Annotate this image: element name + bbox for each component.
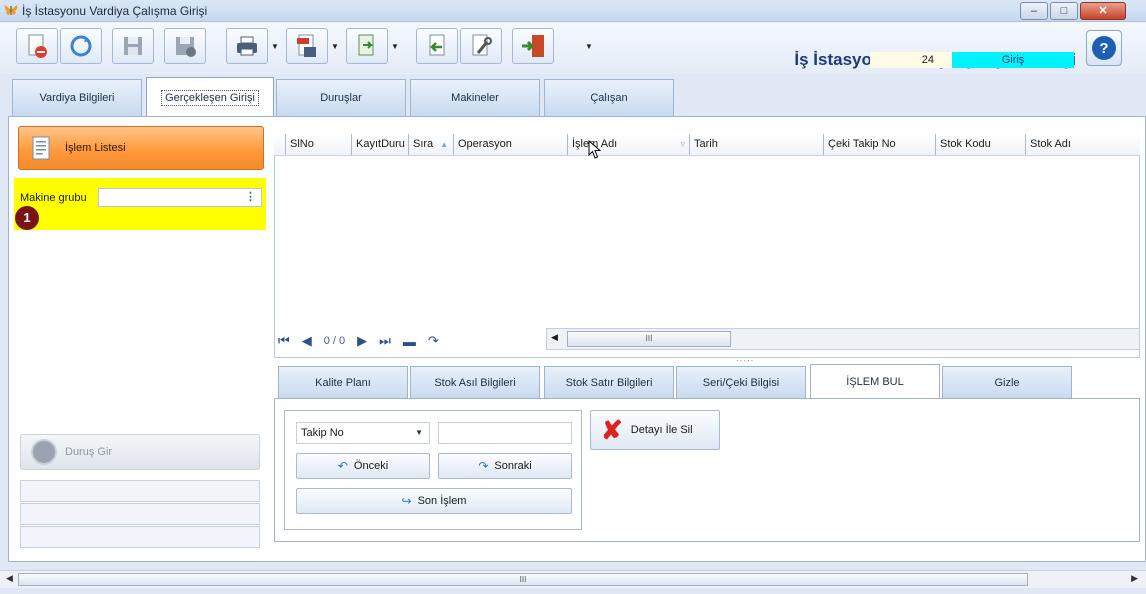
lookup-icon[interactable]: ⋮ bbox=[245, 191, 257, 203]
new-document-button[interactable] bbox=[16, 28, 58, 64]
next-button[interactable]: ↷ Sonraki bbox=[438, 453, 572, 479]
mouse-cursor-icon bbox=[588, 140, 602, 159]
tab-seri-ceki-bilgisi[interactable]: Seri/Çeki Bilgisi bbox=[676, 366, 806, 398]
step-badge: 1 bbox=[15, 206, 39, 230]
save-icon bbox=[124, 37, 142, 55]
back-button[interactable] bbox=[416, 28, 458, 64]
filter-icon[interactable]: ▿ bbox=[680, 134, 685, 155]
tab-calisan[interactable]: Çalışan bbox=[544, 79, 674, 116]
delete-x-icon: ✘ bbox=[601, 415, 623, 445]
window-title: İş İstasyonu Vardiya Çalışma Girişi bbox=[22, 4, 208, 18]
grid-header: SlNo KayıtDuru Sıra ▲ Operasyon İşlem Ad… bbox=[274, 134, 1140, 156]
save-delete-icon bbox=[176, 37, 196, 57]
islem-listesi-button[interactable]: İşlem Listesi bbox=[18, 126, 264, 170]
tab-makineler[interactable]: Makineler bbox=[410, 79, 540, 116]
export-icon bbox=[358, 34, 374, 56]
svg-text:?: ? bbox=[1099, 40, 1108, 57]
splitter-handle[interactable]: ····· bbox=[736, 356, 766, 365]
scroll-right-icon[interactable]: ▶ bbox=[1131, 573, 1138, 584]
column-header[interactable]: Tarih bbox=[690, 134, 824, 155]
last-page-icon[interactable]: ⏭ bbox=[379, 333, 391, 349]
prev-page-icon[interactable]: ◀ bbox=[302, 333, 312, 349]
makine-grubu-input[interactable]: ⋮ bbox=[98, 188, 262, 207]
next-icon: ↷ bbox=[478, 459, 489, 473]
window-horizontal-scrollbar[interactable]: ◀ III ▶ bbox=[0, 570, 1146, 588]
back-icon bbox=[429, 34, 445, 56]
pdf-dropdown-arrow[interactable]: ▼ bbox=[328, 28, 342, 64]
last-operation-button[interactable]: ↪ Son İşlem bbox=[296, 488, 572, 514]
document-list-icon bbox=[32, 136, 50, 160]
scroll-thumb[interactable]: III bbox=[18, 573, 1028, 586]
previous-button[interactable]: ↶ Önceki bbox=[296, 453, 430, 479]
grid-horizontal-scrollbar[interactable]: ◀ III bbox=[546, 328, 1140, 350]
title-bar: İş İstasyonu Vardiya Çalışma Girişi – □ … bbox=[0, 0, 1146, 22]
help-button[interactable]: ? bbox=[1086, 30, 1122, 66]
sort-ascending-icon: ▲ bbox=[440, 140, 449, 149]
print-icon bbox=[237, 36, 257, 56]
butterfly-app-icon bbox=[4, 5, 18, 15]
tab-duruslar[interactable]: Duruşlar bbox=[276, 79, 406, 116]
delete-with-detail-button[interactable]: ✘ Detayı İle Sil bbox=[590, 410, 720, 450]
list-item bbox=[20, 526, 260, 548]
list-item bbox=[20, 503, 260, 525]
column-header[interactable]: Operasyon bbox=[454, 134, 568, 155]
grid-pager: ⏮ ◀ 0 / 0 ▶ ⏭ ▬ ↷ bbox=[278, 330, 538, 352]
minimize-button[interactable]: – bbox=[1020, 2, 1048, 20]
durus-gir-button[interactable]: Duruş Gir bbox=[20, 434, 260, 470]
first-page-icon[interactable]: ⏮ bbox=[278, 333, 290, 349]
export-dropdown-arrow[interactable]: ▼ bbox=[388, 28, 402, 64]
tab-gizle[interactable]: Gizle bbox=[942, 366, 1072, 398]
refresh-icon bbox=[70, 35, 92, 57]
exit-door-icon bbox=[522, 35, 544, 57]
refresh-button[interactable] bbox=[60, 28, 102, 64]
settings-icon bbox=[472, 34, 492, 56]
tab-islem-bul[interactable]: İŞLEM BUL bbox=[810, 364, 940, 399]
tab-stok-asil-bilgileri[interactable]: Stok Asıl Bilgileri bbox=[410, 366, 540, 398]
grid-row-indicator-header bbox=[274, 134, 286, 155]
save-delete-button[interactable] bbox=[164, 28, 206, 64]
save-button[interactable] bbox=[112, 28, 154, 64]
maximize-button[interactable]: □ bbox=[1050, 2, 1078, 20]
operations-grid bbox=[274, 134, 1140, 358]
previous-icon: ↶ bbox=[337, 459, 348, 473]
exit-dropdown-arrow[interactable]: ▼ bbox=[582, 28, 596, 64]
chevron-down-icon: ▼ bbox=[415, 428, 423, 437]
column-header-sorted[interactable]: Sıra ▲ bbox=[409, 134, 454, 155]
export-button[interactable] bbox=[346, 28, 388, 64]
tab-vardiya-bilgileri[interactable]: Vardiya Bilgileri bbox=[12, 79, 142, 116]
tab-stok-satir-bilgileri[interactable]: Stok Satır Bilgileri bbox=[544, 366, 674, 398]
print-button[interactable] bbox=[226, 28, 268, 64]
list-item bbox=[20, 480, 260, 502]
next-page-icon[interactable]: ▶ bbox=[357, 333, 367, 349]
hand-stop-icon bbox=[31, 439, 57, 465]
shift-number: 24 bbox=[870, 52, 952, 68]
tab-gerceklesen-girisi[interactable]: Gerçekleşen Girişi bbox=[146, 77, 274, 117]
tab-kalite-plani[interactable]: Kalite Planı bbox=[278, 366, 408, 398]
exit-button[interactable] bbox=[512, 28, 554, 64]
pdf-button[interactable] bbox=[286, 28, 328, 64]
pdf-icon bbox=[297, 34, 316, 57]
settings-button[interactable] bbox=[460, 28, 502, 64]
scroll-left-icon[interactable]: ◀ bbox=[6, 573, 13, 584]
help-icon: ? bbox=[1092, 36, 1116, 60]
column-header[interactable]: Çeki Takip No bbox=[824, 134, 936, 155]
redo-icon[interactable]: ↷ bbox=[428, 333, 439, 349]
new-document-icon bbox=[28, 34, 47, 58]
close-button[interactable]: ✕ bbox=[1080, 2, 1126, 20]
print-dropdown-arrow[interactable]: ▼ bbox=[268, 28, 282, 64]
return-icon: ↪ bbox=[401, 494, 412, 508]
scroll-left-icon[interactable]: ◀ bbox=[551, 332, 558, 343]
page-indicator: 0 / 0 bbox=[323, 335, 346, 347]
remove-icon[interactable]: ▬ bbox=[403, 334, 416, 349]
makine-grubu-label: Makine grubu bbox=[20, 192, 87, 204]
search-input[interactable] bbox=[438, 422, 572, 444]
column-header[interactable]: KayıtDuru bbox=[352, 134, 409, 155]
column-header-filter[interactable]: İşlem Adı ▿ bbox=[568, 134, 690, 155]
column-header[interactable]: SlNo bbox=[286, 134, 352, 155]
search-field-select[interactable]: Takip No ▼ bbox=[296, 422, 430, 444]
mode-badge: Giriş bbox=[952, 52, 1074, 68]
scroll-thumb[interactable]: III bbox=[567, 331, 731, 347]
column-header[interactable]: Stok Adı bbox=[1026, 134, 1140, 155]
column-header[interactable]: Stok Kodu bbox=[936, 134, 1026, 155]
